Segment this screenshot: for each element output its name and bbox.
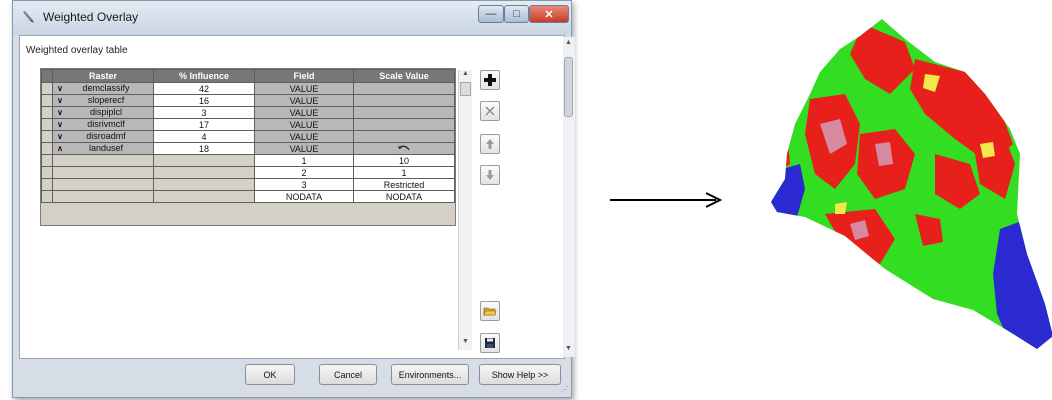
remove-icon: [485, 106, 495, 116]
tool-icon: [23, 11, 34, 23]
scroll-down-icon[interactable]: ▼: [462, 338, 469, 345]
raster-name: sloperecf: [87, 95, 125, 105]
chevron-down-icon[interactable]: ∨: [57, 108, 67, 118]
remove-raster-button[interactable]: [480, 101, 500, 121]
move-down-button[interactable]: [480, 165, 500, 185]
influence-cell[interactable]: 18: [153, 142, 255, 155]
column-header-raster[interactable]: Raster: [52, 69, 154, 83]
cancel-button[interactable]: Cancel: [319, 364, 377, 385]
scale-cell[interactable]: [353, 142, 455, 155]
influence-cell[interactable]: 17: [153, 118, 255, 131]
section-label: Weighted overlay table: [26, 45, 128, 56]
add-raster-button[interactable]: [480, 70, 500, 90]
chevron-down-icon[interactable]: ∨: [57, 96, 67, 106]
scale-cell[interactable]: 10: [353, 154, 455, 167]
environments-button[interactable]: Environments...: [391, 364, 469, 385]
table-row[interactable]: ∨ sloperecf 16 VALUE: [41, 94, 455, 107]
column-header-field[interactable]: Field: [254, 69, 354, 83]
scroll-up-icon[interactable]: ▲: [565, 39, 572, 46]
close-icon: ✕: [544, 8, 554, 21]
scroll-up-icon[interactable]: ▲: [462, 70, 469, 77]
table-row[interactable]: ∧ landusef 18 VALUE: [41, 142, 455, 155]
field-cell[interactable]: 2: [254, 166, 354, 179]
field-cell[interactable]: VALUE: [254, 118, 354, 131]
field-cell[interactable]: VALUE: [254, 130, 354, 143]
minimize-button[interactable]: —: [478, 5, 504, 23]
chevron-down-icon[interactable]: ∨: [57, 120, 67, 130]
scale-cell[interactable]: [353, 82, 455, 95]
raster-name: landusef: [88, 143, 124, 153]
table-row[interactable]: ∨ disroadmf 4 VALUE: [41, 130, 455, 143]
title-bar[interactable]: Weighted Overlay — □ ✕: [13, 1, 571, 35]
move-up-icon: [486, 139, 494, 149]
influence-cell[interactable]: 4: [153, 130, 255, 143]
undo-arrow-icon[interactable]: [397, 144, 411, 152]
show-help-button[interactable]: Show Help >>: [479, 364, 561, 385]
move-up-button[interactable]: [480, 134, 500, 154]
table-row[interactable]: ∨ disrivmclf 17 VALUE: [41, 118, 455, 131]
field-cell[interactable]: NODATA: [254, 190, 354, 203]
close-button[interactable]: ✕: [529, 5, 569, 23]
scale-cell[interactable]: Restricted: [353, 178, 455, 191]
influence-cell[interactable]: 42: [153, 82, 255, 95]
scale-cell[interactable]: [353, 94, 455, 107]
chevron-down-icon[interactable]: ∨: [57, 132, 67, 142]
field-cell[interactable]: VALUE: [254, 82, 354, 95]
dialog-scroll-thumb[interactable]: [564, 57, 573, 117]
add-icon: [484, 74, 496, 86]
table-row[interactable]: ∨ dispiplcl 3 VALUE: [41, 106, 455, 119]
table-row[interactable]: 1 10: [41, 154, 455, 167]
table-header-row: Raster % Influence Field Scale Value: [41, 69, 455, 83]
table-row[interactable]: NODATA NODATA: [41, 190, 455, 203]
table-scrollbar[interactable]: ▲ ▼: [458, 70, 472, 350]
save-button[interactable]: [480, 333, 500, 353]
maximize-button[interactable]: □: [504, 5, 529, 23]
field-cell[interactable]: VALUE: [254, 142, 354, 155]
arrow-icon: [610, 192, 723, 208]
window-title: Weighted Overlay: [43, 10, 139, 24]
column-header-scale-value[interactable]: Scale Value: [353, 69, 455, 83]
raster-name: disrivmclf: [87, 119, 125, 129]
field-cell[interactable]: VALUE: [254, 106, 354, 119]
suitability-map: [771, 19, 1052, 349]
scale-cell[interactable]: NODATA: [353, 190, 455, 203]
ok-button[interactable]: OK: [245, 364, 295, 385]
table-row[interactable]: 2 1: [41, 166, 455, 179]
scale-cell[interactable]: [353, 106, 455, 119]
raster-name: disroadmf: [86, 131, 126, 141]
table-row[interactable]: 3 Restricted: [41, 178, 455, 191]
scale-cell[interactable]: [353, 118, 455, 131]
maximize-icon: □: [513, 8, 520, 20]
open-folder-icon: [483, 307, 497, 316]
chevron-down-icon[interactable]: ∨: [57, 84, 67, 94]
scroll-down-icon[interactable]: ▼: [565, 345, 572, 352]
raster-name: demclassify: [82, 83, 130, 93]
scale-cell[interactable]: 1: [353, 166, 455, 179]
minimize-icon: —: [485, 8, 497, 20]
weighted-overlay-table[interactable]: Raster % Influence Field Scale Value ∨ de…: [40, 68, 456, 226]
field-cell[interactable]: VALUE: [254, 94, 354, 107]
raster-name: dispiplcl: [89, 107, 122, 117]
scale-cell[interactable]: [353, 130, 455, 143]
field-cell[interactable]: 3: [254, 178, 354, 191]
column-header-influence[interactable]: % Influence: [153, 69, 255, 83]
table-scroll-thumb[interactable]: [460, 82, 471, 96]
chevron-up-icon[interactable]: ∧: [57, 144, 67, 154]
open-button[interactable]: [480, 301, 500, 321]
dialog-scrollbar[interactable]: ▲ ▼: [563, 37, 575, 357]
resize-grip-icon[interactable]: ⋰: [561, 385, 569, 394]
move-down-icon: [486, 170, 494, 180]
influence-cell[interactable]: 3: [153, 106, 255, 119]
save-icon: [485, 338, 495, 348]
field-cell[interactable]: 1: [254, 154, 354, 167]
influence-cell[interactable]: 16: [153, 94, 255, 107]
table-row[interactable]: ∨ demclassify 42 VALUE: [41, 82, 455, 95]
